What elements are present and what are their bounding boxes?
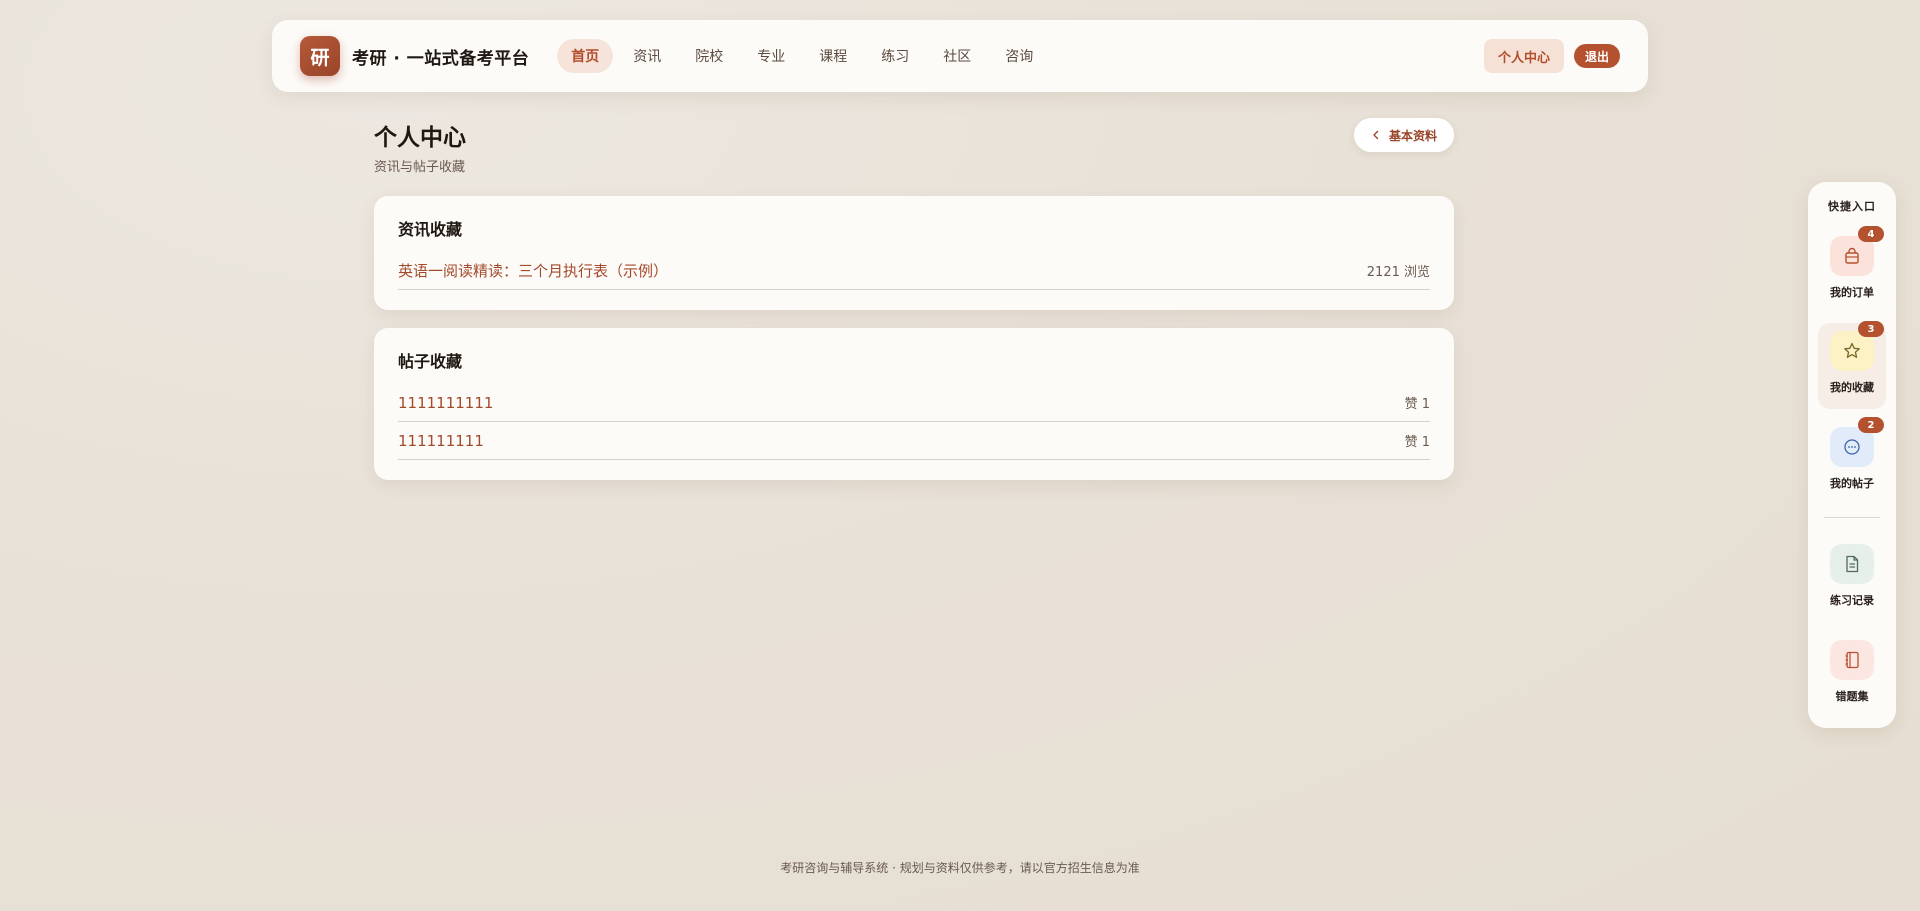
page-subtitle: 资讯与帖子收藏 bbox=[374, 160, 466, 175]
nav-link-community[interactable]: 社区 bbox=[929, 39, 985, 73]
post-item-likes: 赞 1 bbox=[1404, 435, 1430, 450]
quick-item-orders[interactable]: 4 我的订单 bbox=[1818, 226, 1886, 314]
news-favorites-card: 资讯收藏 英语一阅读精读：三个月执行表（示例） 2121 浏览 bbox=[374, 196, 1454, 310]
footer-note: 考研咨询与辅导系统 · 规划与资料仅供参考，请以官方招生信息为准 bbox=[780, 861, 1140, 875]
basic-info-label: 基本资料 bbox=[1388, 128, 1437, 143]
quick-item-mistakes[interactable]: 错题集 bbox=[1818, 632, 1886, 718]
quick-access-title: 快捷入口 bbox=[1828, 200, 1876, 213]
post-item-likes: 赞 1 bbox=[1404, 397, 1430, 412]
logo-icon[interactable]: 研 bbox=[300, 36, 340, 76]
logout-button[interactable]: 退出 bbox=[1573, 44, 1620, 68]
post-favorites-card: 帖子收藏 1111111111 赞 1 111111111 赞 1 bbox=[374, 328, 1454, 480]
quick-item-posts[interactable]: 2 我的帖子 bbox=[1818, 417, 1886, 505]
document-icon bbox=[1830, 544, 1874, 584]
chevron-left-icon bbox=[1373, 130, 1379, 140]
nav-right: 个人中心 退出 bbox=[1483, 39, 1620, 73]
nav-link-courses[interactable]: 课程 bbox=[805, 39, 861, 73]
quick-divider bbox=[1824, 517, 1880, 518]
quick-item-label: 错题集 bbox=[1835, 690, 1869, 703]
list-item: 英语一阅读精读：三个月执行表（示例） 2121 浏览 bbox=[398, 252, 1430, 290]
posts-badge: 2 bbox=[1858, 417, 1884, 433]
page-title: 个人中心 bbox=[374, 125, 466, 151]
quick-access-panel: 快捷入口 4 我的订单 3 我的收藏 2 我的帖子 练习记录 错题集 bbox=[1808, 182, 1896, 728]
nav-link-practice[interactable]: 练习 bbox=[867, 39, 923, 73]
top-navbar: 研 考研 · 一站式备考平台 首页 资讯 院校 专业 课程 练习 社区 咨询 个… bbox=[272, 20, 1648, 92]
orders-badge: 4 bbox=[1858, 226, 1884, 242]
nav-link-schools[interactable]: 院校 bbox=[681, 39, 737, 73]
basic-info-button[interactable]: 基本资料 bbox=[1354, 118, 1454, 152]
news-item-title[interactable]: 英语一阅读精读：三个月执行表（示例） bbox=[398, 260, 668, 281]
list-item: 111111111 赞 1 bbox=[398, 422, 1430, 460]
list-item: 1111111111 赞 1 bbox=[398, 384, 1430, 422]
nav-link-consult[interactable]: 咨询 bbox=[991, 39, 1047, 73]
quick-item-label: 我的订单 bbox=[1830, 286, 1874, 299]
quick-item-label: 练习记录 bbox=[1830, 594, 1874, 607]
star-icon bbox=[1830, 331, 1874, 371]
post-favorites-title: 帖子收藏 bbox=[398, 352, 463, 371]
quick-item-practice-records[interactable]: 练习记录 bbox=[1818, 536, 1886, 622]
nav-links: 首页 资讯 院校 专业 课程 练习 社区 咨询 bbox=[557, 39, 1047, 73]
shopping-bag-icon bbox=[1830, 236, 1874, 276]
nav-link-home[interactable]: 首页 bbox=[557, 39, 614, 73]
favorites-badge: 3 bbox=[1858, 321, 1884, 337]
quick-item-label: 我的帖子 bbox=[1830, 477, 1874, 490]
profile-center-button[interactable]: 个人中心 bbox=[1483, 39, 1564, 73]
news-item-views: 2121 浏览 bbox=[1366, 265, 1430, 280]
brand-title[interactable]: 考研 · 一站式备考平台 bbox=[352, 44, 529, 69]
chat-bubble-icon bbox=[1830, 427, 1874, 467]
news-favorites-title: 资讯收藏 bbox=[398, 220, 463, 239]
notebook-icon bbox=[1830, 640, 1874, 680]
quick-item-label: 我的收藏 bbox=[1830, 381, 1874, 394]
nav-link-majors[interactable]: 专业 bbox=[743, 39, 799, 73]
quick-item-favorites[interactable]: 3 我的收藏 bbox=[1818, 321, 1886, 409]
nav-link-news[interactable]: 资讯 bbox=[619, 39, 675, 73]
post-item-title[interactable]: 1111111111 bbox=[398, 394, 493, 412]
post-item-title[interactable]: 111111111 bbox=[398, 432, 484, 450]
